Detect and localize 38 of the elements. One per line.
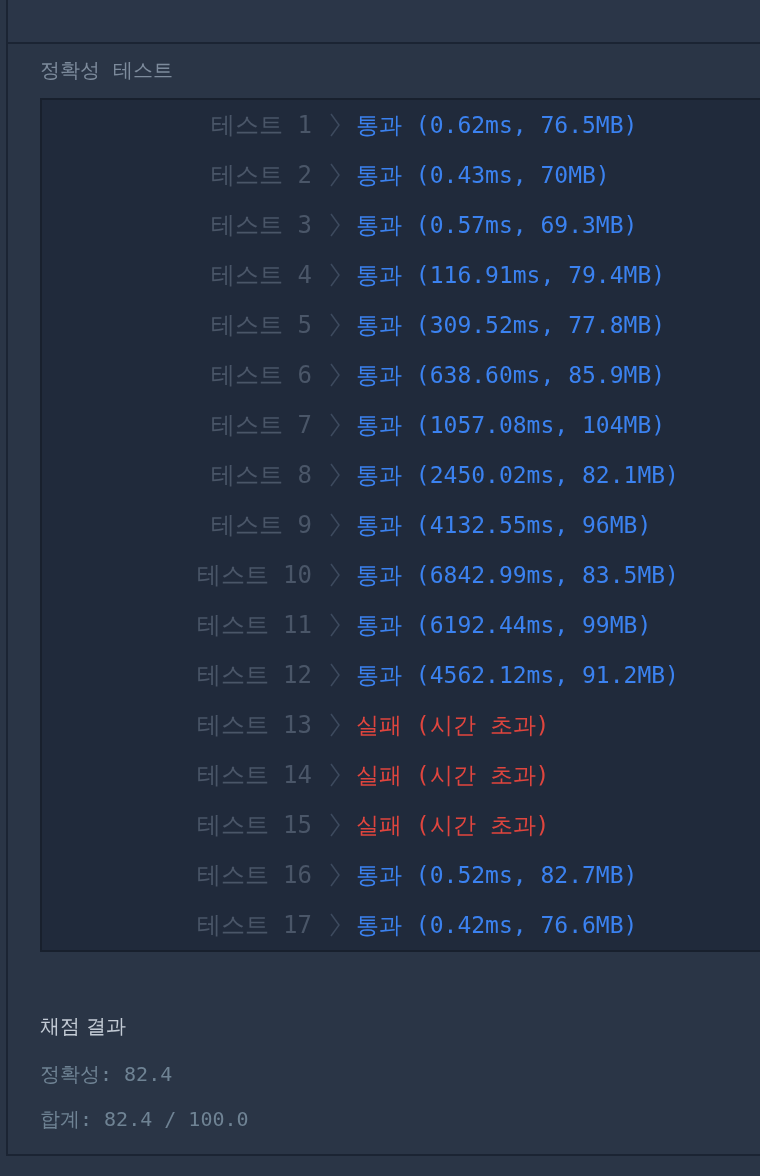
chevron-icon (330, 313, 340, 337)
test-result: 통과 (0.43ms, 70MB) (356, 160, 610, 190)
chevron-icon (330, 263, 340, 287)
test-result: 통과 (1057.08ms, 104MB) (356, 410, 666, 440)
chevron-icon (330, 213, 340, 237)
chevron-icon (330, 713, 340, 737)
summary-title: 채점 결과 (40, 1013, 128, 1040)
summary-line: 합계: 82.4 / 100.0 (40, 1106, 250, 1133)
test-result: 통과 (0.42ms, 76.6MB) (356, 910, 638, 940)
test-result: 통과 (6192.44ms, 99MB) (356, 610, 652, 640)
chevron-icon (330, 813, 340, 837)
test-result: 통과 (4132.55ms, 96MB) (356, 510, 652, 540)
test-result: 통과 (116.91ms, 79.4MB) (356, 260, 666, 290)
test-result: 통과 (638.60ms, 85.9MB) (356, 360, 666, 390)
chevron-icon (330, 113, 340, 137)
chevron-icon (330, 563, 340, 587)
test-result: 통과 (4562.12ms, 91.2MB) (356, 660, 679, 690)
chevron-icon (330, 613, 340, 637)
test-result: 통과 (6842.99ms, 83.5MB) (356, 560, 679, 590)
chevron-icon (330, 463, 340, 487)
summary-line: 정확성: 82.4 (40, 1061, 174, 1088)
test-result: 실패 (시간 초과) (356, 710, 550, 740)
chevron-icon (330, 513, 340, 537)
chevron-icon (330, 163, 340, 187)
test-result: 통과 (0.52ms, 82.7MB) (356, 860, 638, 890)
test-result: 통과 (0.57ms, 69.3MB) (356, 210, 638, 240)
chevron-icon (330, 913, 340, 937)
chevron-icon (330, 363, 340, 387)
test-result: 통과 (2450.02ms, 82.1MB) (356, 460, 679, 490)
test-result: 실패 (시간 초과) (356, 760, 550, 790)
chevron-icon (330, 413, 340, 437)
section-title: 정확성 테스트 (40, 57, 174, 84)
chevron-icon (330, 663, 340, 687)
test-result: 통과 (309.52ms, 77.8MB) (356, 310, 666, 340)
chevron-icon (330, 763, 340, 787)
test-result: 실패 (시간 초과) (356, 810, 550, 840)
test-result: 통과 (0.62ms, 76.5MB) (356, 110, 638, 140)
chevron-icon (330, 863, 340, 887)
